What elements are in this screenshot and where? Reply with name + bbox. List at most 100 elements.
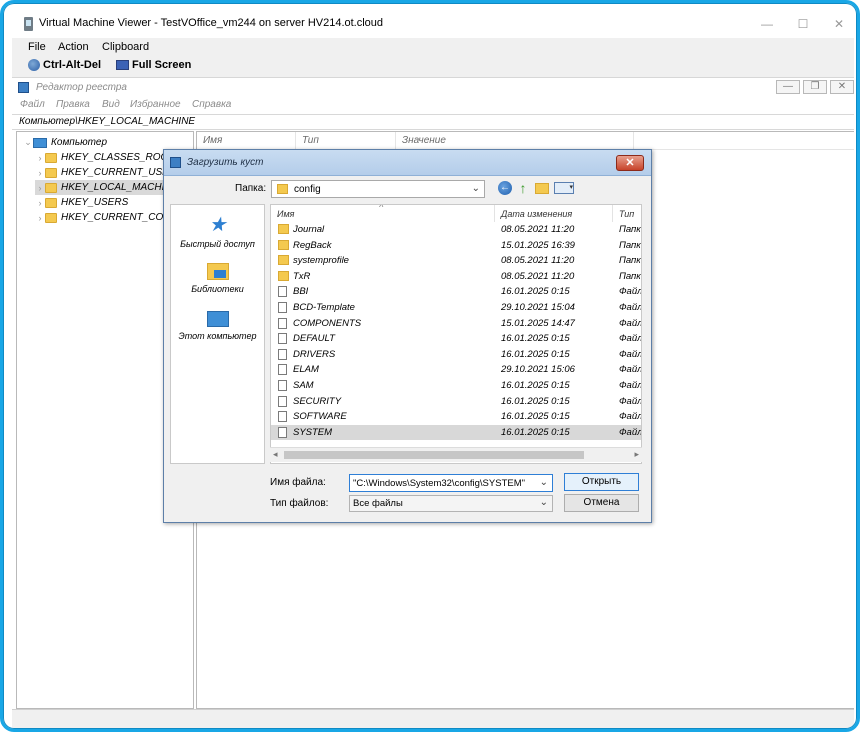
filename-input[interactable]: "C:\Windows\System32\config\SYSTEM" ⌄ (349, 474, 553, 492)
dialog-titlebar[interactable]: Загрузить куст ✕ (164, 150, 651, 176)
chevron-down-icon[interactable]: ⌄ (472, 183, 480, 194)
regedit-menu-file[interactable]: Файл (20, 99, 45, 110)
column-name[interactable]: Имя (203, 135, 222, 146)
file-row[interactable]: Journal 08.05.2021 11:20 Папк (271, 222, 641, 237)
file-row[interactable]: TxR 08.05.2021 11:20 Папк (271, 269, 641, 284)
close-button[interactable]: ✕ (824, 13, 854, 35)
file-name: SAM (293, 380, 314, 391)
folder-select[interactable]: config ⌄ (271, 180, 485, 198)
file-date: 16.01.2025 0:15 (501, 348, 570, 360)
up-folder-icon[interactable]: ↑ (516, 181, 530, 195)
column-divider[interactable] (494, 205, 495, 222)
scroll-right-icon[interactable]: ▸ (634, 449, 639, 460)
file-list[interactable]: ^ Имя Дата изменения Тип Journal 08.05.20… (270, 204, 642, 464)
dialog-close-button[interactable]: ✕ (616, 155, 644, 171)
new-folder-icon[interactable] (535, 183, 549, 194)
file-row[interactable]: BBI 16.01.2025 0:15 Файл (271, 284, 641, 299)
tree-root-computer[interactable]: ⌄ Компьютер (23, 135, 107, 150)
column-divider[interactable] (295, 132, 296, 150)
minimize-button[interactable]: — (752, 13, 782, 35)
file-row[interactable]: COMPONENTS 15.01.2025 14:47 Файл (271, 316, 641, 331)
tree-item-hkcu[interactable]: › HKEY_CURRENT_USER (35, 165, 177, 180)
regedit-titlebar: Редактор реестра — ❐ ✕ (12, 79, 854, 96)
values-header: Имя Тип Значение (197, 132, 854, 150)
expand-chevron-icon[interactable]: › (35, 153, 45, 163)
computer-icon (33, 137, 47, 148)
column-divider[interactable] (633, 132, 634, 150)
file-row[interactable]: SECURITY 16.01.2025 0:15 Файл (271, 394, 641, 409)
file-type: Файл (619, 302, 642, 313)
file-name: systemprofile (293, 255, 349, 267)
file-row[interactable]: ELAM 29.10.2021 15:06 Файл (271, 362, 641, 377)
file-name: DRIVERS (293, 348, 336, 360)
tree-item-hku[interactable]: › HKEY_USERS (35, 195, 129, 210)
file-icon (278, 395, 287, 407)
horizontal-scrollbar[interactable]: ◂ ▸ (270, 447, 642, 462)
file-row[interactable]: RegBack 15.01.2025 16:39 Папк (271, 238, 641, 253)
file-icon (278, 364, 287, 376)
maximize-button[interactable]: ☐ (788, 13, 818, 35)
file-row[interactable]: DEFAULT 16.01.2025 0:15 Файл (271, 331, 641, 346)
column-divider[interactable] (395, 132, 396, 150)
file-date: 15.01.2025 16:39 (501, 239, 575, 251)
scroll-left-icon[interactable]: ◂ (273, 449, 278, 460)
file-row[interactable]: SAM 16.01.2025 0:15 Файл (271, 378, 641, 393)
file-row[interactable]: BCD-Template 29.10.2021 15:04 Файл (271, 300, 642, 315)
column-value[interactable]: Значение (402, 135, 446, 146)
file-row[interactable]: SOFTWARE 16.01.2025 0:15 Файл (271, 409, 641, 424)
ctrl-alt-del-icon (28, 59, 40, 71)
file-row[interactable]: systemprofile 08.05.2021 11:20 Папк (271, 253, 641, 268)
file-name: SECURITY (293, 395, 342, 407)
chevron-down-icon[interactable]: ⌄ (540, 497, 548, 508)
place-this-pc[interactable]: Этот компьютер (171, 311, 264, 341)
column-type[interactable]: Тип (619, 209, 634, 219)
file-type: Файл (619, 426, 642, 438)
column-name[interactable]: Имя (277, 209, 294, 219)
regedit-menu-favorites[interactable]: Избранное (130, 99, 181, 110)
tree-item-label: HKEY_LOCAL_MACHINE (61, 182, 179, 193)
folder-icon (45, 167, 57, 178)
menu-file[interactable]: File (28, 41, 46, 53)
file-row[interactable]: SYSTEM 16.01.2025 0:15 Файл (271, 424, 642, 440)
regedit-close-button[interactable]: ✕ (830, 80, 854, 94)
filetype-select[interactable]: Все файлы ⌄ (349, 495, 553, 512)
filename-label: Имя файла: (270, 477, 326, 488)
open-button[interactable]: Открыть (564, 473, 639, 491)
vm-app-icon (24, 17, 33, 31)
expand-chevron-icon[interactable]: › (35, 168, 45, 178)
regedit-menu-edit[interactable]: Правка (56, 99, 90, 110)
file-icon (278, 348, 287, 360)
back-arrow-icon[interactable]: ← (498, 181, 512, 195)
regedit-minimize-button[interactable]: — (776, 80, 800, 94)
expand-chevron-icon[interactable]: › (35, 213, 45, 223)
column-divider[interactable] (612, 205, 613, 222)
file-row[interactable]: DRIVERS 16.01.2025 0:15 Файл (271, 347, 641, 362)
regedit-menu-help[interactable]: Справка (192, 99, 231, 110)
file-icon (278, 426, 287, 438)
address-bar[interactable]: Компьютер\HKEY_LOCAL_MACHINE (12, 114, 854, 130)
regedit-menu-view[interactable]: Вид (102, 99, 120, 110)
file-date: 29.10.2021 15:04 (501, 302, 575, 313)
monitor-icon (116, 60, 129, 70)
regedit-restore-button[interactable]: ❐ (803, 80, 827, 94)
place-quick-access[interactable]: ★ Быстрый доступ (171, 215, 264, 249)
vm-window-title: Virtual Machine Viewer - TestVOffice_vm2… (39, 17, 384, 29)
full-screen-button[interactable]: Full Screen (116, 59, 191, 71)
tree-item-hkcr[interactable]: › HKEY_CLASSES_ROOT (35, 150, 175, 165)
menu-clipboard[interactable]: Clipboard (102, 41, 149, 53)
column-type[interactable]: Тип (302, 135, 319, 146)
ctrl-alt-del-button[interactable]: Ctrl-Alt-Del (28, 59, 101, 71)
place-libraries[interactable]: Библиотеки (171, 263, 264, 294)
expand-chevron-icon[interactable]: › (35, 198, 45, 208)
menu-action[interactable]: Action (58, 41, 89, 53)
cancel-button[interactable]: Отмена (564, 494, 639, 512)
file-date: 16.01.2025 0:15 (501, 395, 570, 407)
view-menu-icon[interactable]: ▾ (554, 182, 574, 194)
collapse-chevron-icon[interactable]: ⌄ (23, 137, 33, 148)
column-date[interactable]: Дата изменения (501, 209, 572, 219)
chevron-down-icon[interactable]: ⌄ (540, 477, 548, 488)
expand-chevron-icon[interactable]: › (35, 183, 45, 193)
filename-value: "C:\Windows\System32\config\SYSTEM" (353, 478, 525, 489)
vm-menubar: File Action Clipboard (12, 38, 854, 56)
scroll-thumb[interactable] (284, 451, 584, 459)
